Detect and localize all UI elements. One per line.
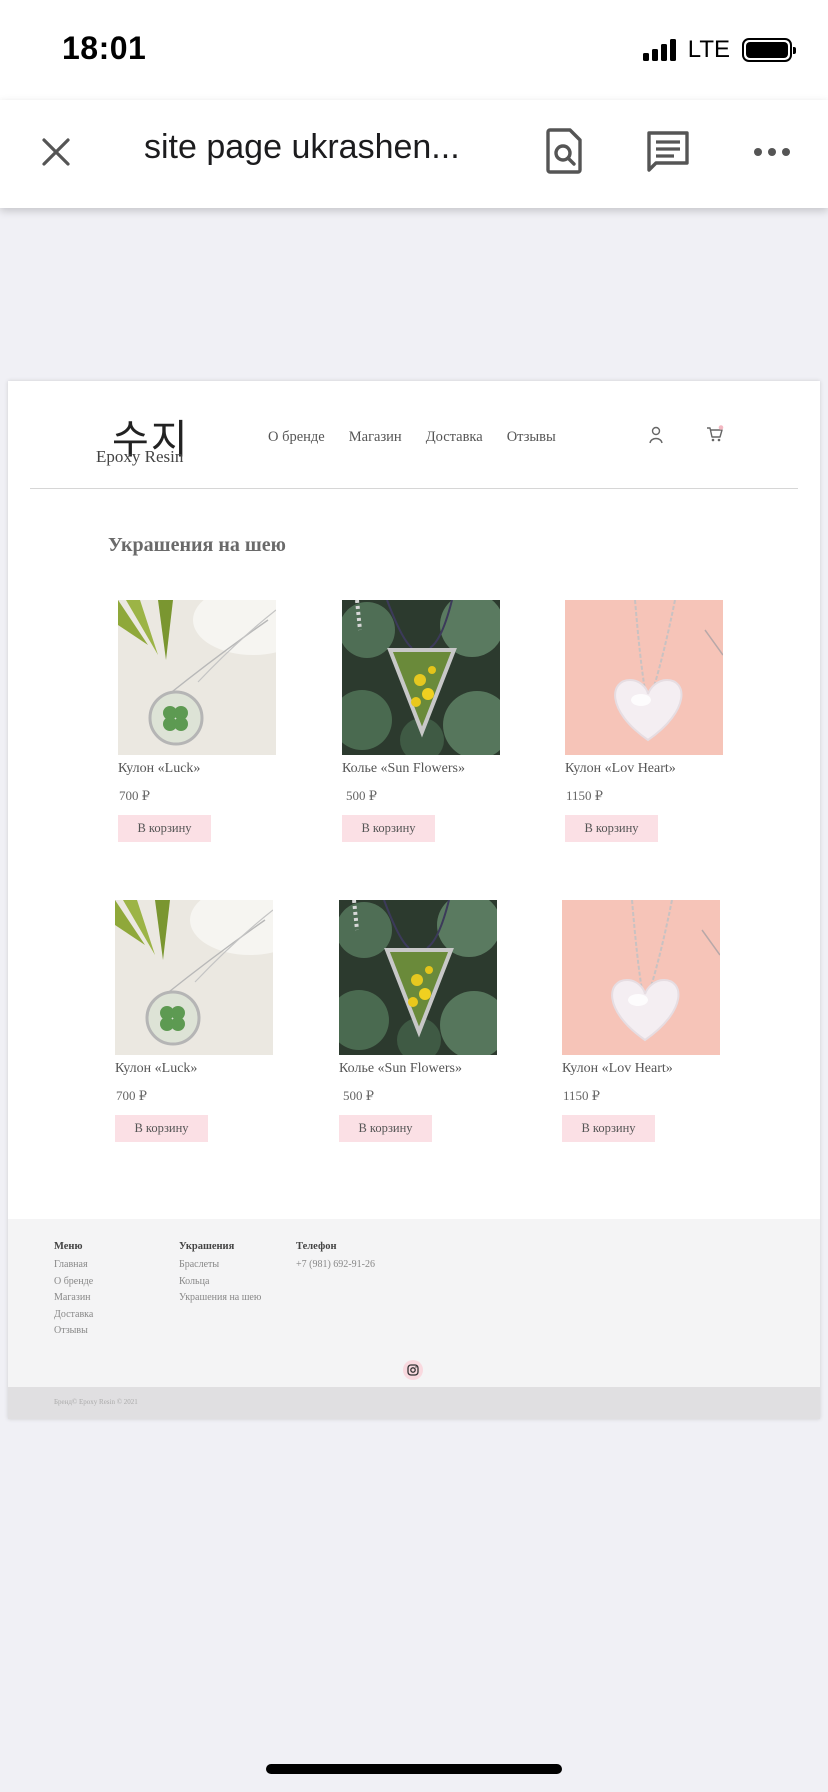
footer-link-home[interactable]: Главная <box>54 1257 93 1274</box>
footer-link-brand[interactable]: О бренде <box>54 1274 93 1291</box>
add-to-cart-button[interactable]: В корзину <box>339 1115 432 1142</box>
main-nav: О бренде Магазин Доставка Отзывы <box>268 429 580 446</box>
network-type: LTE <box>687 36 730 63</box>
product-card: Кулон «Luck» 700 ₽ В корзину <box>115 900 295 1142</box>
footer-jewelry-column: Украшения Браслеты Кольца Украшения на ш… <box>179 1241 261 1307</box>
footer-phone-number[interactable]: +7 (981) 692-91-26 <box>296 1257 375 1274</box>
battery-icon <box>742 38 796 62</box>
footer-link-bracelets[interactable]: Браслеты <box>179 1257 261 1274</box>
add-to-cart-button[interactable]: В корзину <box>565 815 658 842</box>
heart-pendant-image[interactable] <box>562 900 720 1055</box>
nav-item-reviews[interactable]: Отзывы <box>507 429 556 446</box>
product-price: 700 ₽ <box>119 788 151 803</box>
product-name[interactable]: Кулон «Luck» <box>115 1061 295 1077</box>
document-title: site page ukrashen... <box>144 128 460 166</box>
footer-heading: Меню <box>54 1241 83 1252</box>
logo-subtitle: Epoxy Resin <box>96 447 184 466</box>
section-title: Украшения на шею <box>108 534 286 556</box>
header-divider <box>30 488 798 489</box>
comment-icon[interactable] <box>646 130 690 174</box>
product-name[interactable]: Кулон «Lov Heart» <box>562 1061 742 1077</box>
footer-menu-column: Меню Главная О бренде Магазин Доставка О… <box>54 1241 93 1340</box>
add-to-cart-button[interactable]: В корзину <box>115 1115 208 1142</box>
footer-heading: Телефон <box>296 1241 337 1252</box>
cart-icon[interactable] <box>706 425 724 443</box>
site-footer: Меню Главная О бренде Магазин Доставка О… <box>8 1219 820 1387</box>
product-card: Колье «Sun Flowers» 500 ₽ В корзину <box>342 600 522 842</box>
footer-link-delivery[interactable]: Доставка <box>54 1307 93 1324</box>
triangle-flower-necklace-image[interactable] <box>342 600 500 755</box>
add-to-cart-button[interactable]: В корзину <box>562 1115 655 1142</box>
nav-item-shop[interactable]: Магазин <box>349 429 402 446</box>
product-name[interactable]: Колье «Sun Flowers» <box>342 761 522 777</box>
triangle-flower-necklace-image[interactable] <box>339 900 497 1055</box>
footer-phone-column: Телефон +7 (981) 692-91-26 <box>296 1241 375 1274</box>
document-page: 수지 Epoxy Resin О бренде Магазин Доставка… <box>8 381 820 1419</box>
status-time: 18:01 <box>62 30 147 66</box>
product-card: Колье «Sun Flowers» 500 ₽ В корзину <box>339 900 519 1142</box>
footer-heading: Украшения <box>179 1241 235 1252</box>
viewer-toolbar: site page ukrashen... <box>0 100 828 208</box>
footer-link-reviews[interactable]: Отзывы <box>54 1323 93 1340</box>
product-card: Кулон «Lov Heart» 1150 ₽ В корзину <box>565 600 745 842</box>
user-icon[interactable] <box>648 426 664 444</box>
instagram-icon[interactable] <box>403 1360 423 1380</box>
nav-item-delivery[interactable]: Доставка <box>426 429 483 446</box>
copyright-text: Бренд© Epoxy Resin © 2021 <box>54 1398 138 1406</box>
footer-link-necklaces[interactable]: Украшения на шею <box>179 1290 261 1307</box>
find-in-page-icon[interactable] <box>544 126 584 176</box>
copyright-bar: Бренд© Epoxy Resin © 2021 <box>8 1387 820 1419</box>
close-icon[interactable] <box>36 132 76 172</box>
add-to-cart-button[interactable]: В корзину <box>118 815 211 842</box>
add-to-cart-button[interactable]: В корзину <box>342 815 435 842</box>
product-card: Кулон «Lov Heart» 1150 ₽ В корзину <box>562 900 742 1142</box>
nav-item-brand[interactable]: О бренде <box>268 429 325 446</box>
signal-icon <box>642 39 676 61</box>
status-indicators: LTE <box>642 36 796 64</box>
product-price: 1150 ₽ <box>563 1088 601 1103</box>
footer-link-rings[interactable]: Кольца <box>179 1274 261 1291</box>
footer-link-shop[interactable]: Магазин <box>54 1290 93 1307</box>
more-icon[interactable] <box>754 146 790 158</box>
heart-pendant-image[interactable] <box>565 600 723 755</box>
product-name[interactable]: Кулон «Lov Heart» <box>565 761 745 777</box>
home-indicator[interactable] <box>266 1764 562 1774</box>
product-name[interactable]: Кулон «Luck» <box>118 761 298 777</box>
product-price: 500 ₽ <box>346 788 378 803</box>
clover-pendant-image[interactable] <box>118 600 276 755</box>
clover-pendant-image[interactable] <box>115 900 273 1055</box>
product-price: 1150 ₽ <box>566 788 604 803</box>
product-price: 500 ₽ <box>343 1088 375 1103</box>
product-card: Кулон «Luck» 700 ₽ В корзину <box>118 600 298 842</box>
product-price: 700 ₽ <box>116 1088 148 1103</box>
product-name[interactable]: Колье «Sun Flowers» <box>339 1061 519 1077</box>
status-bar: 18:01 LTE <box>0 0 828 100</box>
